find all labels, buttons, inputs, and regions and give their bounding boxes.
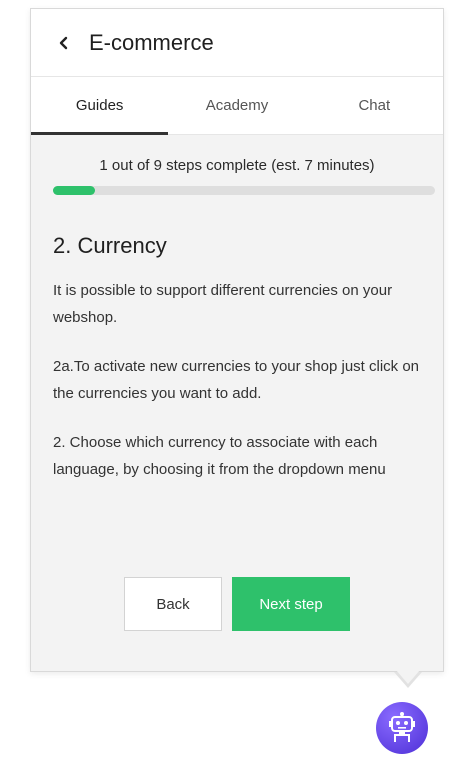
- progress-section: 1 out of 9 steps complete (est. 7 minute…: [31, 135, 443, 195]
- robot-icon[interactable]: [376, 702, 428, 754]
- step-content: 2. Currency It is possible to support di…: [31, 195, 443, 483]
- step-actions: Back Next step: [31, 577, 443, 631]
- progress-bar: [53, 186, 435, 195]
- tab-bar: Guides Academy Chat: [31, 77, 443, 135]
- tab-guides[interactable]: Guides: [31, 77, 169, 135]
- step-title: 2. Currency: [53, 233, 167, 258]
- guide-panel: E-commerce Guides Academy Chat 1 out of …: [30, 8, 444, 672]
- step-paragraph-3: 2. Choose which currency to associate wi…: [53, 434, 386, 478]
- progress-fill: [53, 186, 96, 195]
- chevron-left-icon[interactable]: [53, 32, 75, 54]
- progress-text: 1 out of 9 steps complete (est. 7 minute…: [99, 157, 375, 174]
- tab-academy[interactable]: Academy: [168, 77, 305, 134]
- panel-header: E-commerce: [31, 9, 443, 77]
- next-step-button[interactable]: Next step: [232, 577, 350, 631]
- panel-pointer-fill: [396, 670, 420, 684]
- panel-title: E-commerce: [89, 29, 214, 55]
- back-button[interactable]: Back: [124, 577, 222, 631]
- step-paragraph-2: 2a.To activate new currencies to your sh…: [53, 358, 420, 402]
- step-paragraph-1: It is possible to support different curr…: [53, 282, 393, 326]
- tab-chat[interactable]: Chat: [306, 77, 443, 134]
